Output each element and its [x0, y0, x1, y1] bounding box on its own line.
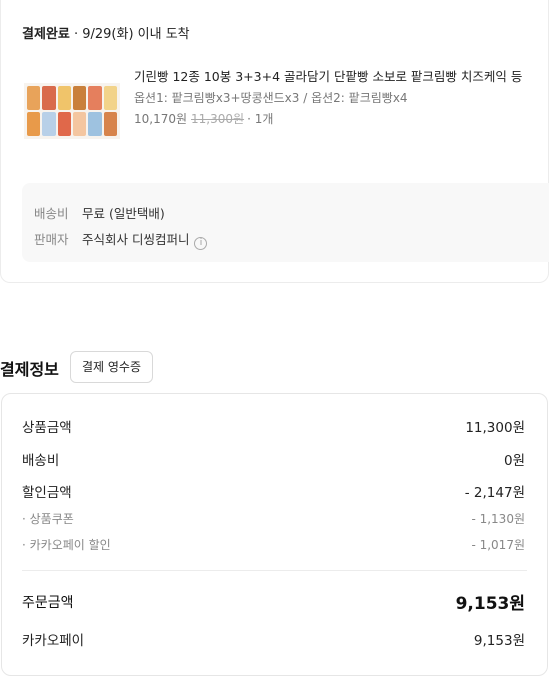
- delivery-date: · 9/29(화) 이내 도착: [69, 27, 190, 42]
- payment-info-card: 상품금액 11,300원 배송비 0원 할인금액 - 2,147원 · 상품쿠폰…: [1, 393, 548, 676]
- product-amount-value: 11,300원: [465, 420, 525, 436]
- product-title[interactable]: 기린빵 12종 10봉 3+3+4 골라담기 단팥빵 소보로 팥크림빵 치즈케익…: [134, 66, 522, 85]
- product-amount-row: 상품금액 11,300원: [22, 416, 525, 436]
- discount-value: - 2,147원: [464, 485, 525, 501]
- kakaopay-discount-row: · 카카오페이 할인 - 1,017원: [22, 536, 525, 553]
- order-total-value: 9,153원: [455, 594, 525, 614]
- kakaopay-discount-value: - 1,017원: [471, 538, 525, 552]
- product-price-row: 10,170원 11,300원 · 1개: [134, 110, 273, 127]
- coupon-row: · 상품쿠폰 - 1,130원: [22, 510, 525, 527]
- coupon-value: - 1,130원: [471, 512, 525, 526]
- product-quantity: · 1개: [247, 112, 274, 126]
- product-price: 10,170원: [134, 112, 188, 126]
- payment-receipt-button[interactable]: 결제 영수증: [70, 351, 153, 383]
- product-thumbnail[interactable]: [24, 83, 120, 139]
- seller-label: 판매자: [34, 232, 69, 247]
- shipping-fee-label: 배송비: [34, 206, 69, 221]
- order-total-row: 주문금액 9,153원: [22, 589, 525, 614]
- shipping-fee-row: 배송비 무료 (일반택배): [34, 203, 165, 222]
- kakaopay-discount-label: · 카카오페이 할인: [22, 538, 111, 552]
- discount-label: 할인금액: [22, 485, 72, 501]
- shipping-amount-label: 배송비: [22, 453, 60, 469]
- shipping-info-box: 배송비 무료 (일반택배) 판매자 주식회사 디씽컴퍼니 i: [22, 183, 549, 262]
- product-options: 옵션1: 팥크림빵x3+땅콩샌드x3 / 옵션2: 팥크림빵x4: [134, 91, 408, 105]
- info-icon[interactable]: i: [194, 237, 208, 250]
- order-status: 결제완료 · 9/29(화) 이내 도착: [22, 23, 190, 42]
- divider: [22, 570, 527, 571]
- shipping-fee-amount-row: 배송비 0원: [22, 449, 525, 469]
- original-price: 11,300원: [191, 112, 245, 126]
- seller-name[interactable]: 주식회사 디씽컴퍼니: [82, 232, 189, 247]
- discount-row: 할인금액 - 2,147원: [22, 481, 525, 501]
- shipping-fee-value: 무료 (일반택배): [82, 206, 165, 221]
- order-total-label: 주문금액: [22, 594, 74, 611]
- seller-row: 판매자 주식회사 디씽컴퍼니 i: [34, 229, 208, 250]
- kakaopay-value: 9,153원: [473, 633, 525, 649]
- order-status-label: 결제완료: [22, 27, 70, 42]
- kakaopay-row: 카카오페이 9,153원: [22, 629, 525, 649]
- shipping-amount-value: 0원: [503, 453, 525, 469]
- coupon-label: · 상품쿠폰: [22, 512, 74, 526]
- kakaopay-label: 카카오페이: [22, 633, 85, 649]
- order-card: 결제완료 · 9/29(화) 이내 도착 기린빵 12종 10봉 3+3+4 골…: [0, 0, 549, 283]
- product-amount-label: 상품금액: [22, 420, 72, 436]
- payment-info-title: 결제정보: [0, 360, 59, 379]
